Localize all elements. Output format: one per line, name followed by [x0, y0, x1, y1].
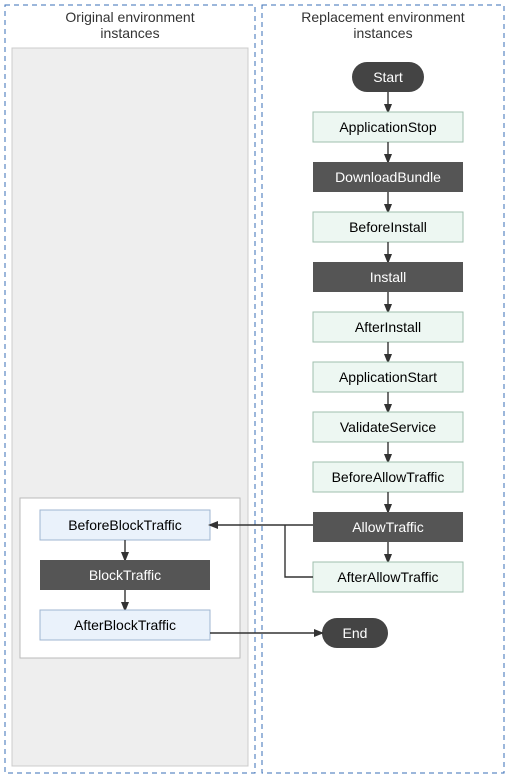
- after-block-traffic-node: AfterBlockTraffic: [40, 610, 210, 640]
- end-node: End: [322, 618, 388, 648]
- download-bundle-label: DownloadBundle: [335, 169, 441, 185]
- before-block-traffic-label: BeforeBlockTraffic: [68, 517, 182, 533]
- start-label: Start: [373, 69, 403, 85]
- flowchart-diagram: Original environment instances Replaceme…: [0, 0, 509, 778]
- before-block-traffic-node: BeforeBlockTraffic: [40, 510, 210, 540]
- block-traffic-label: BlockTraffic: [89, 567, 161, 583]
- after-install-node: AfterInstall: [313, 312, 463, 342]
- after-block-traffic-label: AfterBlockTraffic: [74, 617, 176, 633]
- application-start-label: ApplicationStart: [339, 369, 437, 385]
- allow-traffic-label: AllowTraffic: [352, 519, 424, 535]
- arrow-afterallow-to-beforeblock: [285, 525, 313, 577]
- application-stop-node: ApplicationStop: [313, 112, 463, 142]
- validate-service-label: ValidateService: [340, 419, 436, 435]
- before-allow-traffic-node: BeforeAllowTraffic: [313, 462, 463, 492]
- start-node: Start: [352, 62, 424, 92]
- application-stop-label: ApplicationStop: [339, 119, 437, 135]
- left-header-line2: instances: [100, 25, 159, 41]
- install-label: Install: [370, 269, 407, 285]
- after-allow-traffic-node: AfterAllowTraffic: [313, 562, 463, 592]
- left-header-line1: Original environment: [65, 9, 194, 25]
- right-header-line1: Replacement environment: [301, 9, 465, 25]
- right-header-line2: instances: [353, 25, 412, 41]
- allow-traffic-node: AllowTraffic: [313, 512, 463, 542]
- before-install-label: BeforeInstall: [349, 219, 427, 235]
- application-start-node: ApplicationStart: [313, 362, 463, 392]
- validate-service-node: ValidateService: [313, 412, 463, 442]
- before-install-node: BeforeInstall: [313, 212, 463, 242]
- block-traffic-node: BlockTraffic: [40, 560, 210, 590]
- install-node: Install: [313, 262, 463, 292]
- after-allow-traffic-label: AfterAllowTraffic: [337, 569, 438, 585]
- before-allow-traffic-label: BeforeAllowTraffic: [332, 469, 445, 485]
- after-install-label: AfterInstall: [355, 319, 421, 335]
- end-label: End: [343, 625, 368, 641]
- download-bundle-node: DownloadBundle: [313, 162, 463, 192]
